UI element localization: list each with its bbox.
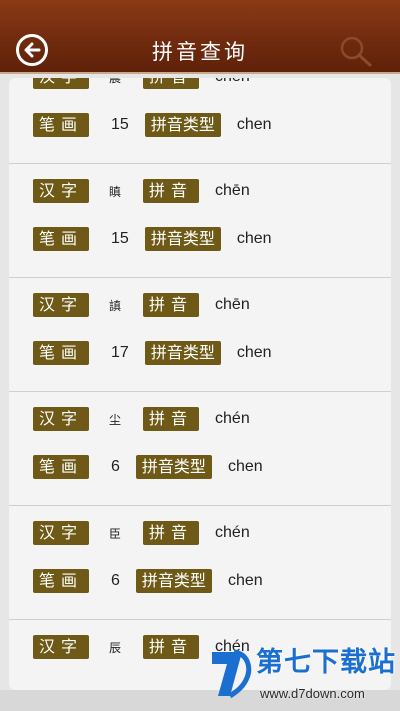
list-item[interactable]: 汉字 晨 拼音 chēn 笔画 15 拼音类型 chen: [9, 78, 391, 164]
strokes-value: 17: [111, 344, 129, 361]
hanzi-label: 汉字: [33, 521, 90, 545]
pinyin-type-label: 拼音类型: [135, 455, 212, 479]
pinyin-type-label: 拼音类型: [144, 113, 221, 137]
watermark: 第七下载站 www.d7down.com: [208, 638, 398, 708]
search-icon: [340, 36, 372, 67]
pinyin-type-value: chen: [227, 572, 263, 589]
pinyin-label: 拼音: [143, 78, 200, 89]
pinyin-value: chēn: [215, 296, 250, 313]
pinyin-label: 拼音: [143, 635, 200, 659]
pinyin-type-label: 拼音类型: [144, 227, 221, 251]
pinyin-value: chēn: [215, 78, 250, 86]
pinyin-type-label: 拼音类型: [135, 569, 212, 593]
pinyin-value: chén: [215, 410, 250, 427]
pinyin-label: 拼音: [143, 179, 200, 203]
hanzi-value: 謓: [109, 298, 122, 313]
strokes-value: 6: [111, 572, 120, 589]
pinyin-value: chén: [215, 524, 250, 541]
pinyin-label: 拼音: [143, 407, 200, 431]
list-item[interactable]: 汉字 謓 拼音 chēn 笔画 17 拼音类型 chen: [9, 278, 391, 392]
strokes-label: 笔画: [33, 569, 90, 593]
hanzi-label: 汉字: [33, 179, 90, 203]
pinyin-type-value: chen: [227, 458, 263, 475]
strokes-value: 15: [111, 230, 129, 247]
pinyin-label: 拼音: [143, 293, 200, 317]
list-item[interactable]: 汉字 臣 拼音 chén 笔画 6 拼音类型 chen: [9, 506, 391, 620]
hanzi-value: 辰: [109, 640, 122, 655]
search-button[interactable]: [338, 34, 374, 68]
hanzi-label: 汉字: [33, 78, 90, 89]
result-list: 汉字 晨 拼音 chēn 笔画 15 拼音类型 chen 汉字 瞋 拼音 chē…: [9, 78, 391, 690]
pinyin-type-label: 拼音类型: [144, 341, 221, 365]
strokes-label: 笔画: [33, 341, 90, 365]
pinyin-type-value: chen: [236, 344, 272, 361]
watermark-url: www.d7down.com: [260, 686, 365, 701]
list-item[interactable]: 汉字 瞋 拼音 chēn 笔画 15 拼音类型 chen: [9, 164, 391, 278]
strokes-value: 15: [111, 116, 129, 133]
pinyin-type-value: chen: [236, 230, 272, 247]
watermark-cn: 第七下载站: [256, 647, 396, 678]
hanzi-label: 汉字: [33, 407, 90, 431]
d7-logo-icon: [212, 649, 252, 699]
strokes-label: 笔画: [33, 455, 90, 479]
hanzi-value: 尘: [109, 412, 122, 427]
pinyin-value: chēn: [215, 182, 250, 199]
strokes-label: 笔画: [33, 227, 90, 251]
hanzi-label: 汉字: [33, 293, 90, 317]
list-item[interactable]: 汉字 尘 拼音 chén 笔画 6 拼音类型 chen: [9, 392, 391, 506]
hanzi-label: 汉字: [33, 635, 90, 659]
pinyin-type-value: chen: [236, 116, 272, 133]
pinyin-label: 拼音: [143, 521, 200, 545]
strokes-value: 6: [111, 458, 120, 475]
strokes-label: 笔画: [33, 113, 90, 137]
hanzi-value: 瞋: [109, 184, 122, 199]
app-header: 拼音查询: [0, 0, 400, 74]
hanzi-value: 晨: [109, 78, 121, 86]
result-list-card: 汉字 晨 拼音 chēn 笔画 15 拼音类型 chen 汉字 瞋 拼音 chē…: [9, 78, 391, 690]
hanzi-value: 臣: [109, 526, 122, 541]
